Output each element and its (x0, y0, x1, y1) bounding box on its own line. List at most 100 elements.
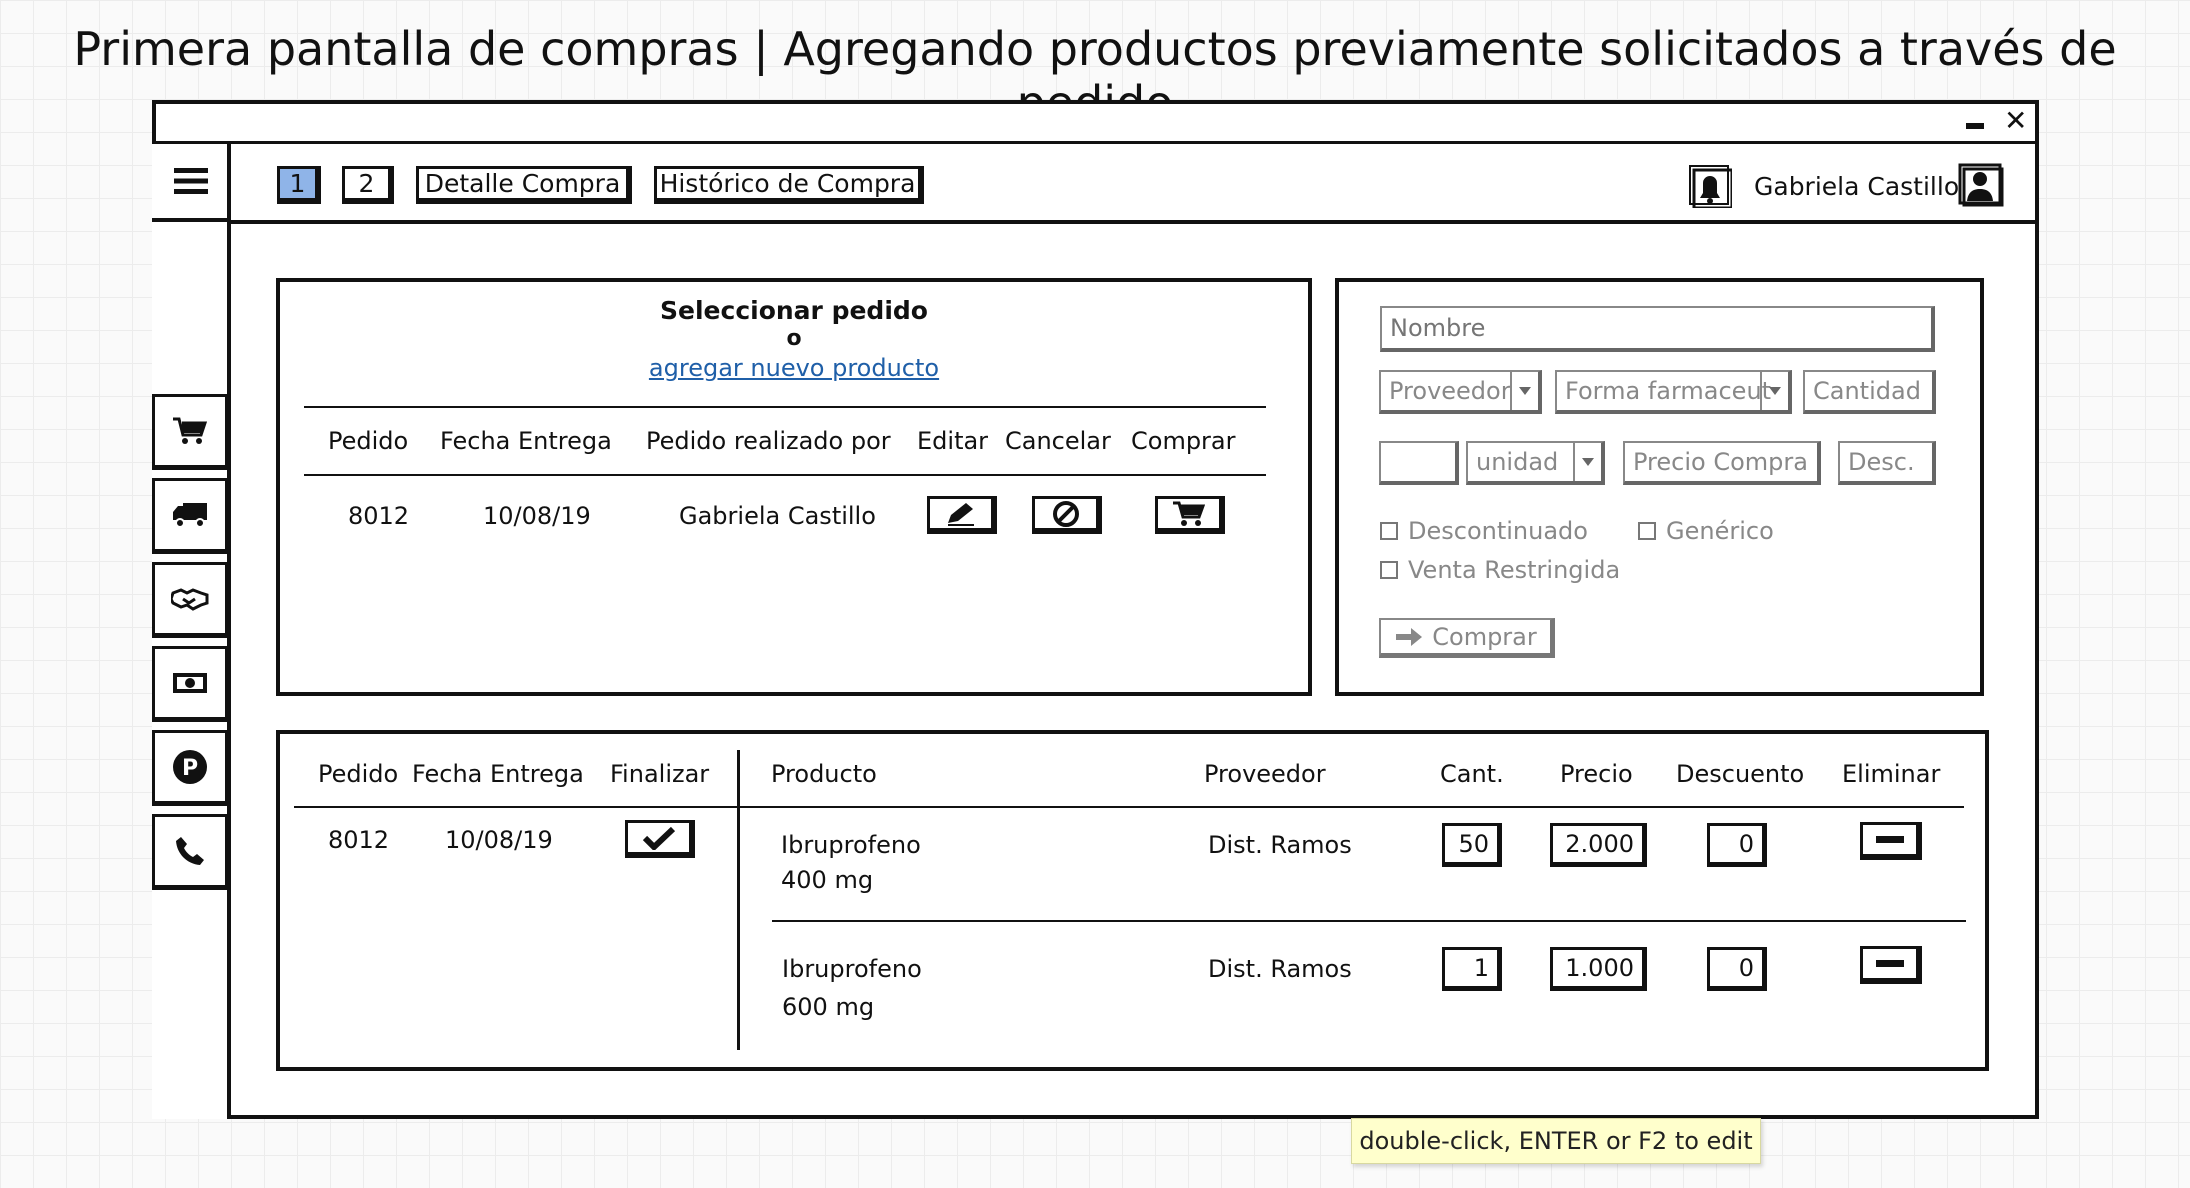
sidebar-item-handshake[interactable] (152, 562, 230, 638)
pencil-icon (947, 502, 974, 526)
comprar-button[interactable]: Comprar (1379, 618, 1555, 658)
edit-button[interactable] (927, 496, 997, 534)
finalizar-button[interactable] (625, 820, 695, 858)
venta-restringida-checkbox[interactable] (1380, 561, 1398, 579)
chevron-down-icon (1510, 372, 1538, 410)
column-header-pedido: Pedido (328, 427, 409, 455)
column-header-fecha-entrega: Fecha Entrega (440, 427, 612, 455)
order-pedido: 8012 (348, 502, 410, 530)
cart-icon (173, 417, 207, 444)
column-header-proveedor: Proveedor (1204, 760, 1326, 788)
column-header-producto: Producto (771, 760, 877, 788)
generico-checkbox[interactable] (1638, 522, 1656, 540)
column-header-precio: Precio (1560, 760, 1633, 788)
tab-detalle-compra[interactable]: Detalle Compra (416, 166, 632, 204)
product-name: Ibruprofeno (782, 955, 922, 983)
or-text: o (786, 326, 802, 351)
hamburger-menu-button[interactable] (152, 144, 230, 222)
proveedor-placeholder: Proveedor (1389, 377, 1511, 405)
ban-icon (1052, 500, 1079, 527)
sidebar-item-parking[interactable]: P (152, 730, 230, 806)
column-header-finalizar: Finalizar (610, 760, 710, 788)
divider (294, 806, 1964, 808)
user-icon (1958, 163, 2004, 207)
column-divider (737, 750, 740, 1050)
chevron-down-icon (1760, 372, 1788, 410)
product-name: Ibruprofeno (781, 831, 921, 859)
precio-input[interactable]: 2.000 (1550, 823, 1647, 867)
descontinuado-checkbox[interactable] (1380, 522, 1398, 540)
quantity-input[interactable] (1379, 441, 1459, 485)
column-header-eliminar: Eliminar (1842, 760, 1941, 788)
precio-compra-input[interactable]: Precio Compra (1623, 441, 1821, 485)
edit-tooltip: double-click, ENTER or F2 to edit (1351, 1118, 1761, 1164)
delete-item-button[interactable] (1860, 946, 1922, 984)
sidebar-item-cart[interactable] (152, 394, 230, 470)
precio-input[interactable]: 1.000 (1550, 947, 1647, 991)
cart-icon (1172, 501, 1205, 526)
unidad-placeholder: unidad (1476, 448, 1559, 476)
purchase-pedido: 8012 (328, 826, 390, 854)
nombre-input[interactable] (1380, 306, 1935, 352)
truck-icon (173, 503, 207, 528)
user-name: Gabriela Castillo (1754, 172, 1960, 201)
svg-text:P: P (182, 756, 198, 781)
notification-button[interactable] (1686, 163, 1734, 209)
purchase-fecha-entrega: 10/08/19 (445, 826, 553, 854)
phone-icon (176, 837, 204, 865)
delete-item-button[interactable] (1860, 822, 1922, 860)
column-header-editar: Editar (917, 427, 989, 455)
descuento-input[interactable]: 0 (1707, 823, 1767, 867)
page-button-1[interactable]: 1 (277, 166, 321, 204)
handshake-icon (171, 588, 209, 611)
venta-restringida-label: Venta Restringida (1408, 556, 1621, 584)
minimize-icon[interactable] (1966, 123, 1984, 129)
chevron-down-icon (1573, 443, 1601, 481)
desc-input[interactable]: Desc. (1838, 441, 1936, 485)
column-header-pedido: Pedido (318, 760, 399, 788)
column-header-cant: Cant. (1440, 760, 1504, 788)
divider (304, 406, 1266, 408)
product-proveedor: Dist. Ramos (1208, 831, 1352, 859)
page-button-2[interactable]: 2 (342, 166, 394, 204)
parking-icon: P (173, 750, 207, 784)
forma-placeholder: Forma farmaceut (1565, 377, 1772, 405)
sidebar-item-money[interactable] (152, 646, 230, 722)
cantidad-input[interactable]: Cantidad (1803, 370, 1936, 414)
sidebar-item-phone[interactable] (152, 814, 230, 890)
column-header-cancelar: Cancelar (1005, 427, 1111, 455)
product-proveedor: Dist. Ramos (1208, 955, 1352, 983)
minus-icon (1875, 959, 1904, 967)
descontinuado-label: Descontinuado (1408, 517, 1588, 545)
order-panel-heading: Seleccionar pedido (660, 296, 928, 325)
money-icon (173, 673, 207, 693)
product-dosage: 400 mg (781, 866, 874, 894)
cant-input[interactable]: 50 (1442, 823, 1502, 867)
column-header-pedido-realizado-por: Pedido realizado por (646, 427, 891, 455)
sidebar-item-truck[interactable] (152, 478, 230, 554)
proveedor-select[interactable]: Proveedor (1379, 370, 1542, 414)
avatar[interactable] (1958, 163, 2006, 209)
comprar-label: Comprar (1432, 622, 1537, 651)
column-header-fecha-entrega: Fecha Entrega (412, 760, 584, 788)
tab-historico-compra[interactable]: Histórico de Compra (654, 166, 924, 204)
minus-icon (1875, 835, 1904, 843)
unidad-select[interactable]: unidad (1466, 441, 1605, 485)
order-fecha-entrega: 10/08/19 (483, 502, 591, 530)
forma-farmaceutica-select[interactable]: Forma farmaceut (1555, 370, 1792, 414)
descuento-input[interactable]: 0 (1707, 947, 1767, 991)
divider (304, 474, 1266, 476)
order-realizado-por: Gabriela Castillo (679, 502, 876, 530)
cancel-button[interactable] (1032, 496, 1102, 534)
add-new-product-link[interactable]: agregar nuevo producto (276, 354, 1312, 382)
column-header-descuento: Descuento (1676, 760, 1805, 788)
title-bar (152, 100, 2039, 144)
buy-order-button[interactable] (1155, 496, 1225, 534)
close-icon[interactable]: ✕ (2004, 104, 2027, 137)
hamburger-menu-icon (174, 168, 208, 194)
product-dosage: 600 mg (782, 993, 875, 1021)
cant-input[interactable]: 1 (1442, 947, 1502, 991)
generico-label: Genérico (1666, 517, 1774, 545)
row-divider (772, 920, 1966, 922)
bell-icon (1689, 165, 1732, 208)
